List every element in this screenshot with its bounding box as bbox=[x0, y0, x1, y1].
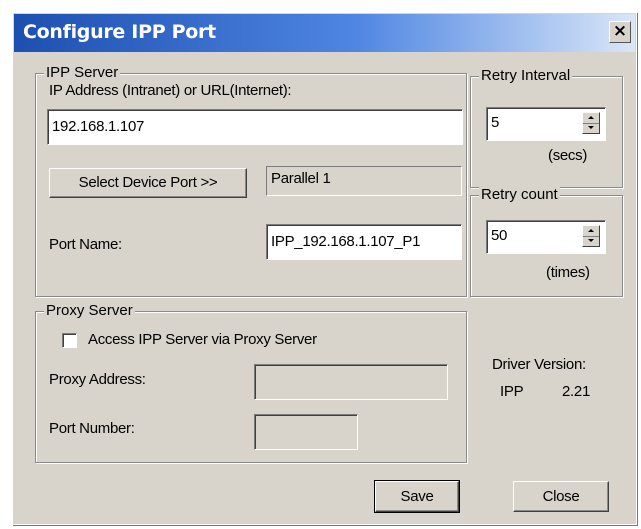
title-bar[interactable]: Configure IPP Port × bbox=[14, 14, 635, 52]
port-name-label: Port Name: bbox=[49, 236, 122, 253]
ip-address-label: IP Address (Intranet) or URL(Internet): bbox=[49, 82, 292, 99]
access-via-proxy-checkbox[interactable] bbox=[62, 333, 77, 348]
retry-count-legend: Retry count bbox=[479, 186, 560, 204]
ipp-server-group: IPP Server IP Address (Intranet) or URL(… bbox=[35, 64, 467, 297]
proxy-address-input[interactable] bbox=[254, 364, 448, 400]
spin-down-icon[interactable] bbox=[583, 236, 599, 246]
port-name-input[interactable]: IPP_192.168.1.107_P1 bbox=[266, 224, 462, 260]
retry-count-spinner[interactable] bbox=[582, 225, 600, 247]
retry-count-group: Retry count 50 (times) bbox=[470, 186, 623, 297]
close-button[interactable]: Close bbox=[513, 481, 609, 512]
dialog-title: Configure IPP Port bbox=[23, 21, 216, 43]
retry-interval-unit: (secs) bbox=[548, 147, 588, 164]
driver-name: IPP bbox=[500, 383, 524, 400]
port-number-input[interactable] bbox=[254, 414, 358, 450]
retry-count-value: 50 bbox=[491, 227, 508, 244]
ipp-server-legend: IPP Server bbox=[44, 64, 121, 82]
proxy-address-label: Proxy Address: bbox=[49, 371, 146, 388]
driver-version-label: Driver Version: bbox=[492, 356, 586, 373]
retry-interval-spinner[interactable] bbox=[582, 112, 600, 134]
configure-ipp-port-dialog: Configure IPP Port × IPP Server IP Addre… bbox=[12, 12, 637, 525]
select-device-port-button[interactable]: Select Device Port >> bbox=[49, 168, 247, 198]
close-icon[interactable]: × bbox=[609, 21, 631, 43]
spin-down-icon[interactable] bbox=[583, 123, 599, 133]
proxy-server-legend: Proxy Server bbox=[44, 302, 135, 320]
proxy-server-group: Proxy Server Access IPP Server via Proxy… bbox=[35, 302, 467, 463]
save-button[interactable]: Save bbox=[374, 480, 460, 513]
access-via-proxy-label[interactable]: Access IPP Server via Proxy Server bbox=[88, 331, 317, 348]
retry-count-input[interactable]: 50 bbox=[486, 220, 606, 254]
retry-interval-value: 5 bbox=[491, 114, 500, 131]
driver-version-value: 2.21 bbox=[562, 383, 590, 400]
retry-interval-input[interactable]: 5 bbox=[486, 107, 606, 141]
retry-interval-group: Retry Interval 5 (secs) bbox=[470, 67, 623, 188]
port-number-label: Port Number: bbox=[49, 420, 135, 437]
retry-interval-legend: Retry Interval bbox=[479, 67, 573, 85]
ip-address-input[interactable]: 192.168.1.107 bbox=[47, 109, 463, 145]
device-port-field: Parallel 1 bbox=[266, 166, 462, 196]
retry-count-unit: (times) bbox=[546, 264, 590, 281]
